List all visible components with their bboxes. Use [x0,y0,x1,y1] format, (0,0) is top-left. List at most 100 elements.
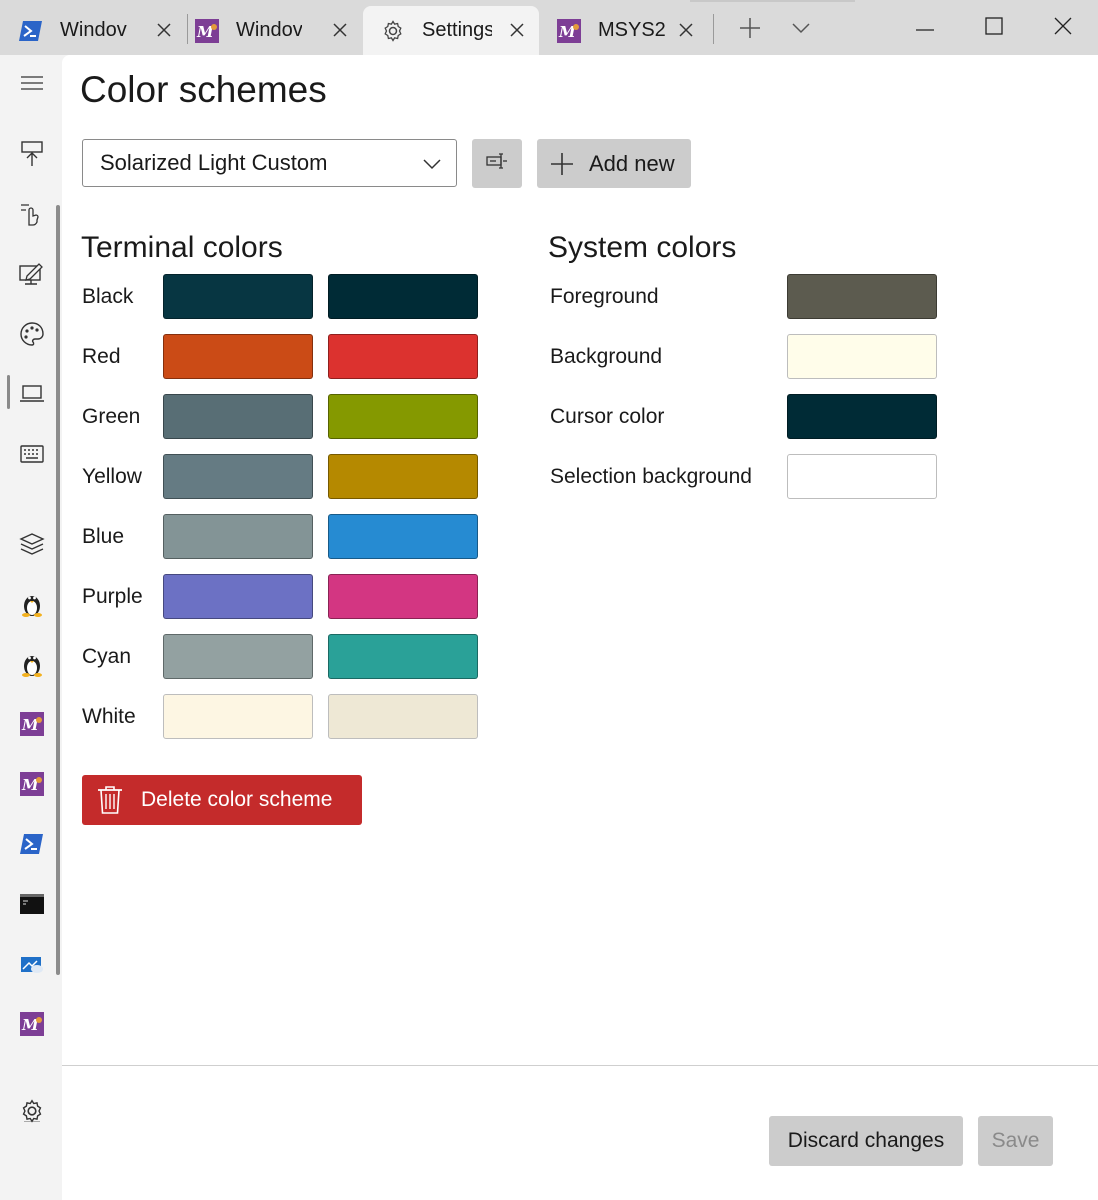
close-tab-icon[interactable] [152,18,176,42]
command-prompt-icon [20,893,44,919]
close-tab-icon[interactable] [505,18,529,42]
terminal-color-label: Cyan [82,645,132,668]
tab-label: Windov [236,19,302,41]
msys2-icon: M [194,18,220,44]
nav-color-schemes[interactable] [12,316,52,356]
nav-rendering[interactable] [12,376,52,416]
nav-profile-azure-cloud-shell[interactable] [12,946,52,986]
color-swatch-purple-bright[interactable] [328,574,478,619]
tab-powershell[interactable]: Windov [18,6,186,55]
tab-label: MSYS2 [598,19,666,41]
minimize-button[interactable] [902,8,948,48]
nav-profile-linux-1[interactable] [12,586,52,626]
color-swatch-cyan-bright[interactable] [328,634,478,679]
tab-msys2-windows[interactable]: M Windov [194,6,362,55]
chevron-down-icon [791,21,811,39]
save-button[interactable]: Save [978,1116,1053,1166]
terminal-colors-heading: Terminal colors [81,231,283,264]
discard-changes-button[interactable]: Discard changes [769,1116,963,1166]
system-color-label: Selection background [550,465,752,488]
color-swatch-red-bright[interactable] [328,334,478,379]
nav-profile-command-prompt[interactable] [12,886,52,926]
terminal-color-label: White [82,705,136,728]
nav-profile-linux-2[interactable] [12,646,52,686]
system-color-label: Foreground [550,285,659,308]
color-swatch-purple-normal[interactable] [163,574,313,619]
nav-menu-button[interactable] [12,65,52,105]
new-tab-button[interactable] [730,10,770,50]
system-swatch-foreground[interactable] [787,274,937,319]
system-color-label: Cursor color [550,405,665,428]
msys2-icon: M [20,1011,44,1041]
msys2-icon: M [556,18,582,44]
color-swatch-white-bright[interactable] [328,694,478,739]
system-color-label: Background [550,345,663,368]
nav-startup[interactable] [12,136,52,176]
hamburger-menu-icon [21,75,43,95]
palette-icon [19,321,45,352]
tab-settings[interactable]: Settings [363,6,539,55]
close-tab-icon[interactable] [674,18,698,42]
tab-label: Settings [422,19,492,41]
tab-separator [713,14,714,44]
terminal-color-label: Red [82,345,121,368]
nav-profile-msys2-3[interactable]: M [12,1006,52,1046]
color-swatch-blue-bright[interactable] [328,514,478,559]
settings-content: Color schemes Solarized Light Custom Add… [62,55,1098,1200]
page-title: Color schemes [80,69,327,110]
nav-profile-powershell[interactable] [12,826,52,866]
nav-actions[interactable] [12,436,52,476]
system-swatch-selection-background[interactable] [787,454,937,499]
powershell-icon [18,18,44,44]
interaction-icon [19,201,45,232]
terminal-color-label: Blue [82,525,125,548]
settings-gear-icon [19,1098,45,1129]
rail-scrollbar[interactable] [56,205,60,975]
add-new-label: Add new [589,150,675,176]
tab-label: Windov [60,19,127,41]
active-indicator [7,375,10,409]
delete-color-scheme-button[interactable]: Delete color scheme [82,775,362,825]
color-scheme-dropdown[interactable]: Solarized Light Custom [82,139,457,187]
layers-icon [19,532,45,560]
color-swatch-yellow-normal[interactable] [163,454,313,499]
color-swatch-white-normal[interactable] [163,694,313,739]
linux-icon [21,651,43,682]
plus-icon [549,151,575,177]
close-icon [1054,17,1072,40]
color-swatch-red-normal[interactable] [163,334,313,379]
nav-defaults[interactable] [12,526,52,566]
trash-icon [96,785,124,815]
nav-interaction[interactable] [12,196,52,236]
color-swatch-black-normal[interactable] [163,274,313,319]
system-swatch-background[interactable] [787,334,937,379]
selected-scheme: Solarized Light Custom [100,150,328,175]
color-swatch-green-normal[interactable] [163,394,313,439]
system-colors-heading: System colors [548,231,737,264]
terminal-color-label: Purple [82,585,143,608]
maximize-button[interactable] [971,8,1017,48]
color-swatch-cyan-normal[interactable] [163,634,313,679]
add-new-button[interactable]: Add new [537,139,691,188]
minimize-icon [916,19,934,37]
system-swatch-cursor-color[interactable] [787,394,937,439]
delete-label: Delete color scheme [141,788,333,811]
nav-profile-msys2-1[interactable]: M [12,706,52,746]
keyboard-icon [20,444,44,468]
color-swatch-yellow-bright[interactable] [328,454,478,499]
color-swatch-black-bright[interactable] [328,274,478,319]
close-window-button[interactable] [1040,8,1086,48]
tab-msys2[interactable]: M MSYS2 [556,6,706,55]
nav-settings[interactable] [12,1093,52,1133]
terminal-color-label: Yellow [82,465,142,488]
nav-profile-msys2-2[interactable]: M [12,766,52,806]
tab-separator [187,14,188,44]
azure-cloud-shell-icon [20,954,44,979]
msys2-icon: M [20,771,44,801]
color-swatch-green-bright[interactable] [328,394,478,439]
rename-scheme-button[interactable] [472,139,522,188]
nav-appearance[interactable] [12,256,52,296]
color-swatch-blue-normal[interactable] [163,514,313,559]
tab-dropdown-button[interactable] [781,10,821,50]
close-tab-icon[interactable] [328,18,352,42]
